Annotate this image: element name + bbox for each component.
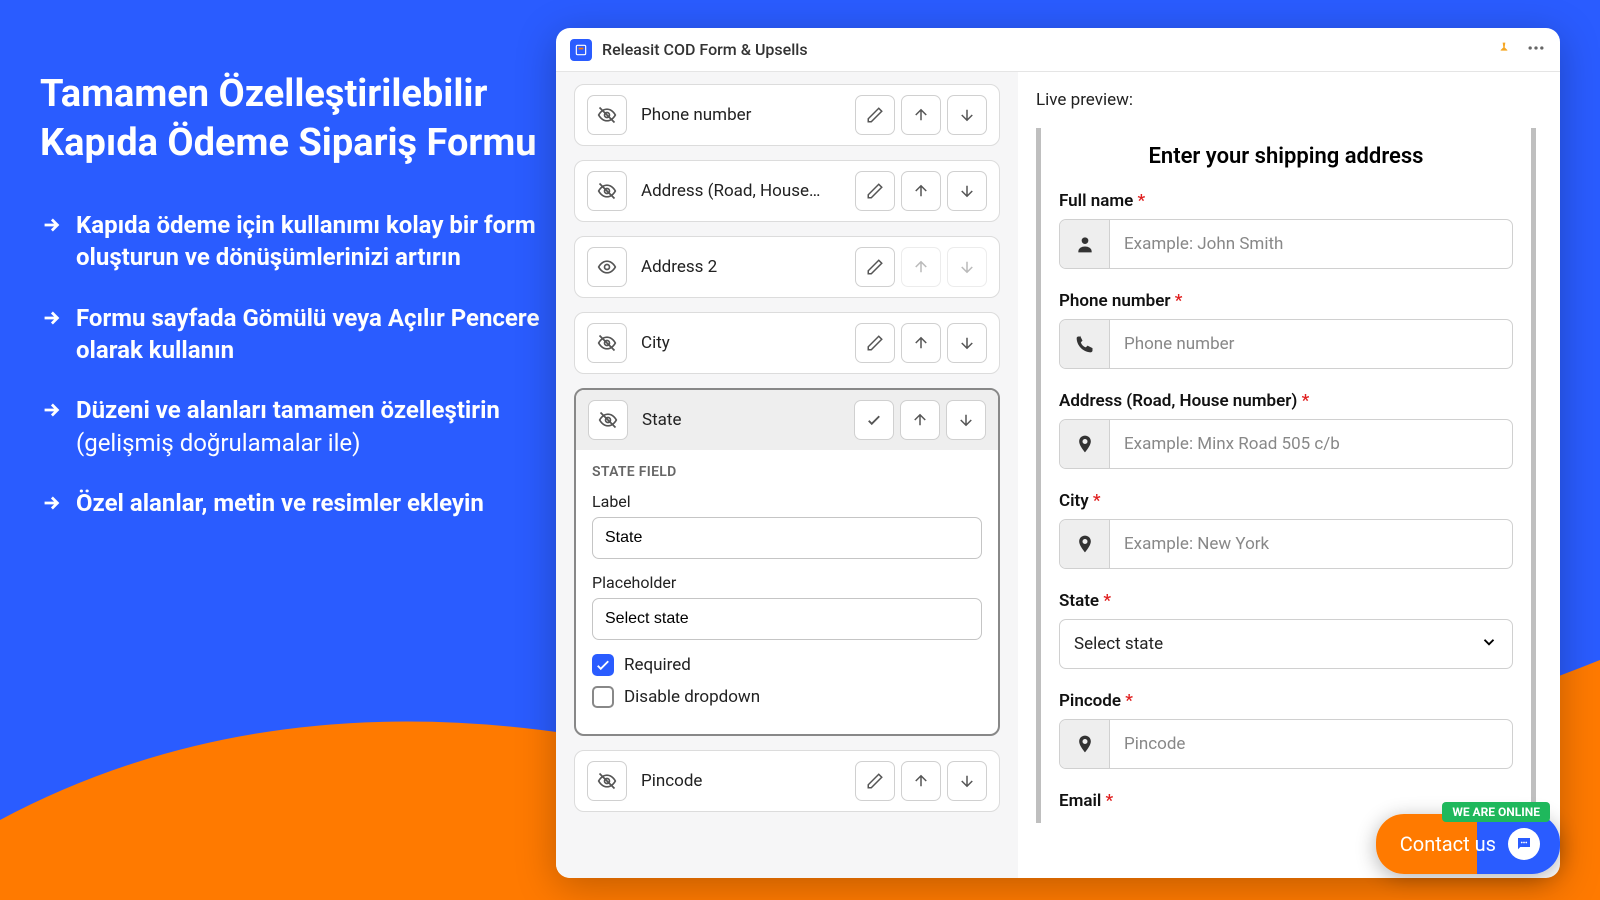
edit-button[interactable] bbox=[855, 761, 895, 801]
label-input[interactable] bbox=[592, 517, 982, 559]
down-button[interactable] bbox=[947, 95, 987, 135]
field-card: State STATE FIELD Label Placeholder Requ… bbox=[574, 388, 1000, 736]
field-label: State bbox=[638, 410, 844, 430]
up-button[interactable] bbox=[901, 171, 941, 211]
app-logo bbox=[570, 39, 592, 61]
up-button[interactable] bbox=[901, 247, 941, 287]
phone-icon bbox=[1060, 320, 1110, 368]
down-button[interactable] bbox=[946, 400, 986, 440]
up-button[interactable] bbox=[900, 400, 940, 440]
edit-button[interactable] bbox=[855, 247, 895, 287]
field-card: City bbox=[574, 312, 1000, 374]
preview-field-label: City * bbox=[1059, 491, 1513, 511]
person-icon bbox=[1060, 220, 1110, 268]
field-card: Pincode bbox=[574, 750, 1000, 812]
preview-input[interactable]: Example: Minx Road 505 c/b bbox=[1110, 420, 1512, 468]
edit-button[interactable] bbox=[855, 323, 895, 363]
down-button[interactable] bbox=[947, 761, 987, 801]
app-window: Releasit COD Form & Upsells Phone number… bbox=[556, 28, 1560, 878]
field-card: Address (Road, House… bbox=[574, 160, 1000, 222]
down-button[interactable] bbox=[947, 171, 987, 211]
field-label: City bbox=[637, 333, 845, 353]
preview-heading: Enter your shipping address bbox=[1059, 144, 1513, 169]
section-title: STATE FIELD bbox=[592, 464, 982, 480]
down-button[interactable] bbox=[947, 323, 987, 363]
required-label: Required bbox=[624, 655, 691, 675]
edit-button[interactable] bbox=[855, 171, 895, 211]
chat-icon bbox=[1508, 828, 1540, 860]
pin-icon[interactable] bbox=[1496, 40, 1512, 60]
pin-icon bbox=[1060, 720, 1110, 768]
eye-off-icon[interactable] bbox=[587, 95, 627, 135]
field-label: Address 2 bbox=[637, 257, 845, 277]
bullet-text: Kapıda ödeme için kullanımı kolay bir fo… bbox=[76, 209, 570, 274]
field-card: Address 2 bbox=[574, 236, 1000, 298]
live-preview-title: Live preview: bbox=[1036, 90, 1536, 110]
app-title: Releasit COD Form & Upsells bbox=[602, 40, 1496, 59]
eye-off-icon[interactable] bbox=[587, 171, 627, 211]
check-button[interactable] bbox=[854, 400, 894, 440]
online-badge: WE ARE ONLINE bbox=[1442, 802, 1550, 822]
preview-input[interactable]: Phone number bbox=[1110, 320, 1512, 368]
promo-title: Tamamen Özelleştirilebilir Kapıda Ödeme … bbox=[40, 70, 570, 169]
preview-field-label: Pincode * bbox=[1059, 691, 1513, 711]
field-label: Pincode bbox=[637, 771, 845, 791]
pin-icon bbox=[1060, 520, 1110, 568]
bullet-text: Düzeni ve alanları tamamen özelleştirin … bbox=[76, 394, 570, 459]
eye-icon[interactable] bbox=[587, 247, 627, 287]
up-button[interactable] bbox=[901, 95, 941, 135]
preview-input[interactable]: Pincode bbox=[1110, 720, 1512, 768]
chevron-down-icon bbox=[1480, 633, 1498, 655]
placeholder-label: Placeholder bbox=[592, 573, 982, 592]
contact-us-button[interactable]: Contact us bbox=[1376, 814, 1560, 874]
more-icon[interactable] bbox=[1526, 38, 1546, 62]
preview-field-label: Phone number * bbox=[1059, 291, 1513, 311]
preview-select[interactable]: Select state bbox=[1059, 619, 1513, 669]
field-label: Phone number bbox=[637, 105, 845, 125]
field-card: Phone number bbox=[574, 84, 1000, 146]
edit-button[interactable] bbox=[855, 95, 895, 135]
eye-off-icon[interactable] bbox=[588, 400, 628, 440]
eye-off-icon[interactable] bbox=[587, 323, 627, 363]
arrow-icon bbox=[40, 305, 62, 367]
disable-dropdown-checkbox[interactable] bbox=[592, 686, 614, 708]
pin-icon bbox=[1060, 420, 1110, 468]
preview-input[interactable]: Example: New York bbox=[1110, 520, 1512, 568]
disable-dropdown-label: Disable dropdown bbox=[624, 687, 760, 707]
placeholder-input[interactable] bbox=[592, 598, 982, 640]
up-button[interactable] bbox=[901, 761, 941, 801]
arrow-icon bbox=[40, 397, 62, 459]
preview-field-label: Full name * bbox=[1059, 191, 1513, 211]
preview-field-label: State * bbox=[1059, 591, 1513, 611]
arrow-icon bbox=[40, 490, 62, 522]
bullet-text: Özel alanlar, metin ve resimler ekleyin bbox=[76, 487, 484, 522]
bullet-text: Formu sayfada Gömülü veya Açılır Pencere… bbox=[76, 302, 570, 367]
eye-off-icon[interactable] bbox=[587, 761, 627, 801]
required-checkbox[interactable] bbox=[592, 654, 614, 676]
down-button[interactable] bbox=[947, 247, 987, 287]
preview-field-label: Address (Road, House number) * bbox=[1059, 391, 1513, 411]
label-label: Label bbox=[592, 492, 982, 511]
field-label: Address (Road, House… bbox=[637, 181, 845, 201]
arrow-icon bbox=[40, 212, 62, 274]
up-button[interactable] bbox=[901, 323, 941, 363]
preview-input[interactable]: Example: John Smith bbox=[1110, 220, 1512, 268]
